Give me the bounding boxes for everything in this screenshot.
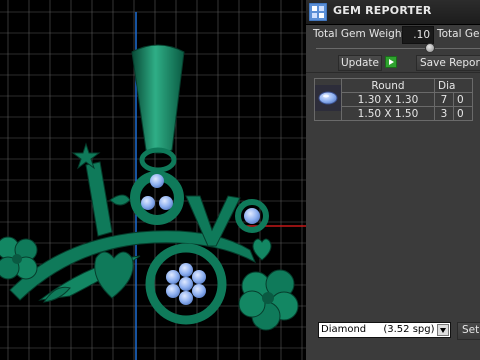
panel-title: GEM REPORTER [333, 4, 432, 17]
gem-stone [150, 174, 164, 188]
gem-stone [179, 277, 193, 291]
gem-stone [159, 196, 173, 210]
gem-stone [179, 263, 193, 277]
gem-size: 1.50 X 1.50 [341, 106, 435, 121]
heart-icon-small [252, 238, 272, 261]
gem-count: 7 [434, 92, 454, 107]
jewelry-model [0, 44, 299, 331]
panel-divider [306, 72, 480, 73]
gem-stone [192, 270, 206, 284]
weight-slider-track[interactable] [316, 48, 480, 49]
total-gem-label-2: Total Gem [437, 28, 480, 40]
save-report-label: Save Report [420, 57, 480, 69]
set-label: Set [462, 324, 480, 336]
gem-dia: 0 [453, 92, 473, 107]
panel-titlebar[interactable]: GEM REPORTER [306, 0, 480, 25]
weight-slider-thumb[interactable] [425, 43, 435, 53]
gem-dia: 0 [453, 106, 473, 121]
material-select[interactable]: Diamond (3.52 spg) [318, 322, 451, 338]
gem-size: 1.30 X 1.30 [341, 92, 435, 107]
col-header-dia: Dia [434, 78, 473, 93]
gem-reporter-panel: GEM REPORTER Total Gem Weight .10 Total … [306, 0, 480, 360]
gem-shape-icon [315, 85, 341, 111]
chevron-down-icon[interactable] [437, 324, 449, 336]
gem-stone [179, 291, 193, 305]
set-button[interactable]: Set [457, 322, 480, 340]
heart-icon [94, 251, 134, 299]
save-report-button[interactable]: Save Report [416, 55, 480, 71]
gem-count: 3 [434, 106, 454, 121]
update-button[interactable]: Update [338, 55, 382, 71]
viewport-canvas[interactable] [0, 0, 306, 360]
play-icon[interactable] [385, 56, 397, 68]
gem-stone [166, 284, 180, 298]
col-header-round: Round [341, 78, 435, 93]
gem-reporter-icon [309, 3, 327, 21]
flower-icon [0, 236, 38, 280]
total-gem-weight-label: Total Gem Weight [313, 28, 406, 40]
total-gem-weight-field[interactable]: .10 [402, 26, 434, 44]
gem-stone [192, 284, 206, 298]
gem-thumbnail [314, 78, 342, 121]
3d-viewport[interactable] [0, 0, 306, 360]
gem-stone [141, 196, 155, 210]
update-label: Update [340, 57, 380, 69]
material-select-value: Diamond [321, 324, 367, 335]
gem-table: Round Dia 1.30 X 1.30 7 0 1.50 X 1.50 3 … [314, 78, 473, 121]
flower-icon-large [238, 269, 299, 331]
gem-stone [244, 208, 260, 224]
gem-stone [166, 270, 180, 284]
letter-l [85, 161, 113, 237]
material-spg: (3.52 spg) [383, 324, 435, 335]
